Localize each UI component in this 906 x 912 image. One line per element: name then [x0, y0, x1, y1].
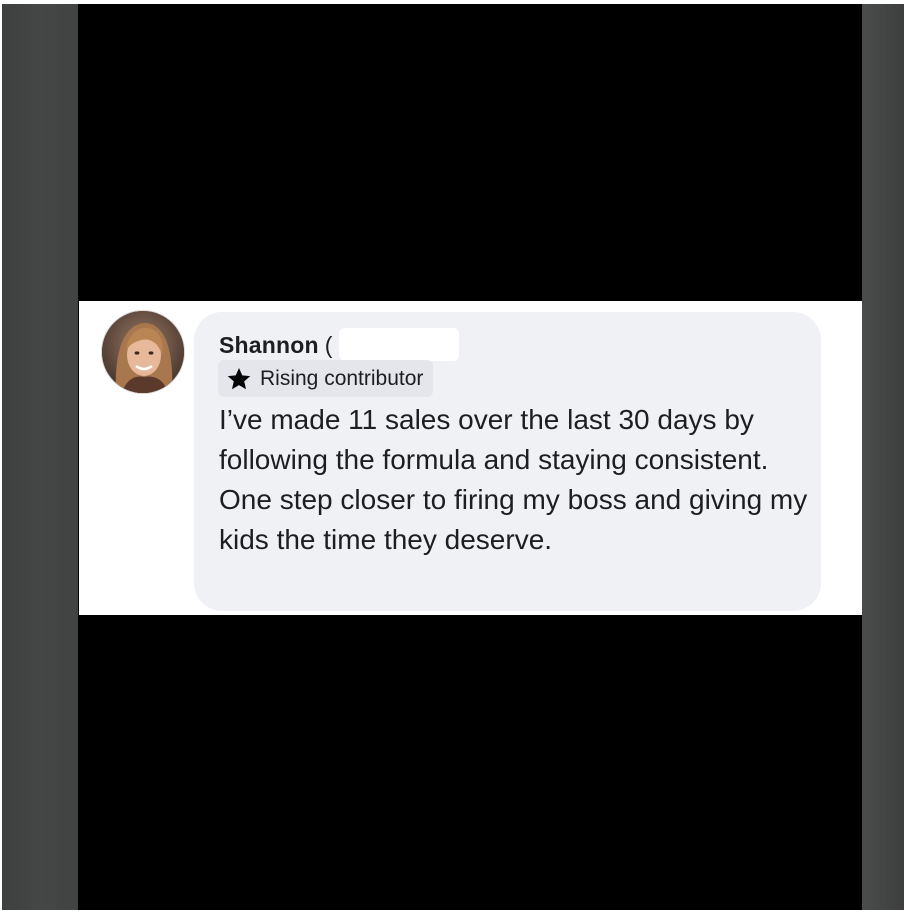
avatar[interactable]	[102, 311, 184, 393]
comment-text: I’ve made 11 sales over the last 30 days…	[219, 404, 816, 555]
redaction-box	[339, 328, 459, 361]
comment-bubble: Shannon ( Rising contributor I’ve made 1…	[194, 312, 821, 611]
star-icon	[227, 367, 251, 389]
comment-strip: Shannon ( Rising contributor I’ve made 1…	[79, 301, 862, 615]
avatar-photo	[102, 311, 184, 393]
author-name[interactable]: Shannon	[219, 332, 319, 359]
badge-label: Rising contributor	[260, 366, 424, 390]
author-row: Shannon (	[219, 329, 332, 361]
contributor-badge[interactable]: Rising contributor	[218, 360, 434, 397]
author-name-trail: (	[324, 331, 333, 358]
